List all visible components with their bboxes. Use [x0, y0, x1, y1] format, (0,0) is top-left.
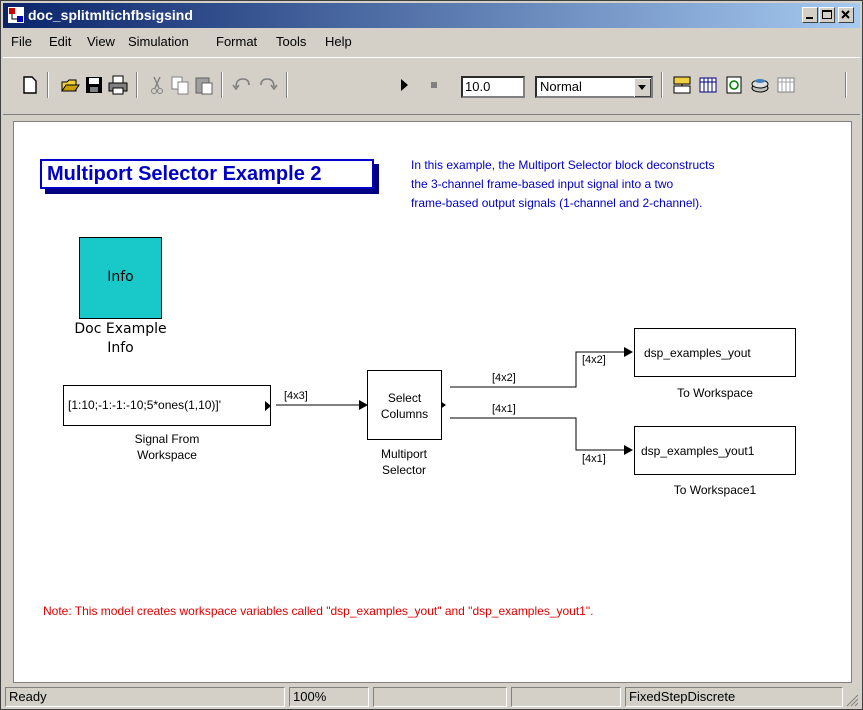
info-block-caption: Doc Example Info [52, 320, 189, 358]
multiport-selector-caption: Multiport Selector [354, 446, 454, 478]
caption-line: Workspace [137, 448, 197, 462]
caption-line: Multiport [380, 447, 427, 461]
info-block-label: Info [107, 269, 134, 285]
save-icon[interactable] [83, 74, 105, 96]
menu-edit[interactable]: Edit [49, 34, 71, 49]
caption-line: Selector [381, 463, 427, 477]
signal-line-out2 [450, 417, 624, 451]
output-port-icon [265, 401, 271, 411]
status-panel-empty [511, 687, 621, 707]
window-title: doc_splitmltichfbsigsind [28, 7, 193, 23]
paste-icon[interactable] [193, 74, 215, 96]
arrowhead-icon [624, 445, 633, 455]
menu-file[interactable]: File [11, 34, 32, 49]
toolbar-separator [136, 72, 138, 98]
simulink-app-icon [8, 7, 24, 23]
simulation-mode-select[interactable]: Normal [535, 76, 653, 98]
menu-help[interactable]: Help [325, 34, 352, 49]
selector-text-line: Select [387, 391, 422, 405]
toolbar-separator [845, 72, 847, 98]
resize-grip-icon[interactable] [845, 693, 859, 707]
signal-from-workspace-caption: Signal From Workspace [102, 431, 232, 463]
status-state: Ready [5, 687, 285, 707]
stop-icon[interactable] [423, 74, 445, 96]
cut-icon[interactable] [146, 74, 168, 96]
signal-from-workspace-value: [1:10;-1:-1:-10;5*ones(1,10)]' [68, 398, 222, 412]
library-browser-icon[interactable] [671, 74, 693, 96]
minimize-icon [806, 17, 813, 19]
update-diagram-icon[interactable] [723, 74, 745, 96]
to-workspace1-variable: dsp_examples_yout1 [641, 444, 755, 458]
menu-bar: File Edit View Simulation Format Tools H… [3, 31, 860, 53]
info-caption-line: Doc Example [74, 321, 167, 337]
simulation-mode-value: Normal [540, 79, 582, 94]
description-line: the 3-channel frame-based input signal i… [411, 177, 674, 191]
selector-text: Select Columns [368, 390, 441, 422]
toolbar-separator [221, 72, 223, 98]
copy-icon[interactable] [169, 74, 191, 96]
signal-label-out1-dst[interactable]: [4x2] [582, 354, 606, 366]
to-workspace-caption: To Workspace [677, 386, 753, 400]
redo-icon[interactable] [257, 74, 279, 96]
model-explorer-icon[interactable] [697, 74, 719, 96]
status-panel-empty [373, 687, 507, 707]
info-caption-line: Info [107, 340, 134, 356]
to-workspace1-block[interactable]: dsp_examples_yout1 [634, 426, 796, 475]
info-block[interactable]: Info [79, 237, 162, 319]
menu-simulation[interactable]: Simulation [128, 34, 189, 49]
description-line: In this example, the Multiport Selector … [411, 158, 715, 172]
application-window: doc_splitmltichfbsigsind File Edit View … [0, 0, 863, 710]
toolbar: 10.0 Normal [3, 57, 860, 115]
description-line: frame-based output signals (1-channel an… [411, 196, 703, 210]
maximize-button[interactable] [819, 7, 835, 23]
to-workspace1-caption: To Workspace1 [673, 483, 757, 497]
minimize-button[interactable] [802, 7, 818, 23]
maximize-icon [822, 10, 832, 19]
to-workspace-block[interactable]: dsp_examples_yout [634, 328, 796, 377]
open-icon[interactable] [59, 74, 81, 96]
menu-view[interactable]: View [87, 34, 115, 49]
note-annotation[interactable]: Note: This model creates workspace varia… [43, 604, 593, 618]
signal-label-out1-src[interactable]: [4x2] [492, 372, 516, 384]
to-workspace-variable: dsp_examples_yout [644, 346, 751, 360]
status-bar: Ready 100% FixedStepDiscrete [3, 685, 860, 709]
title-bar[interactable]: doc_splitmltichfbsigsind [3, 3, 860, 28]
toolbar-separator [286, 72, 288, 98]
signal-from-workspace-block[interactable]: [1:10;-1:-1:-10;5*ones(1,10)]' [63, 385, 271, 426]
signal-label-out2-src[interactable]: [4x1] [492, 403, 516, 415]
toolbar-separator [47, 72, 49, 98]
print-icon[interactable] [107, 74, 129, 96]
diagram-title-text: Multiport Selector Example 2 [47, 163, 322, 185]
start-icon[interactable] [393, 74, 415, 96]
menu-tools[interactable]: Tools [276, 34, 306, 49]
build-icon[interactable] [749, 74, 771, 96]
menu-format[interactable]: Format [216, 34, 257, 49]
multiport-selector-block[interactable]: Select Columns [367, 370, 442, 440]
chevron-down-icon[interactable] [634, 78, 651, 97]
close-icon [841, 10, 850, 19]
status-zoom: 100% [289, 687, 369, 707]
diagram-title[interactable]: Multiport Selector Example 2 [40, 159, 374, 189]
debug-icon[interactable] [775, 74, 797, 96]
close-button[interactable] [838, 7, 854, 23]
signal-label-input[interactable]: [4x3] [284, 390, 308, 402]
arrowhead-icon [624, 347, 633, 357]
selector-text-line: Columns [380, 407, 429, 421]
new-icon[interactable] [19, 74, 41, 96]
undo-icon[interactable] [231, 74, 253, 96]
status-solver: FixedStepDiscrete [625, 687, 843, 707]
caption-line: Signal From [134, 432, 200, 446]
toolbar-separator [661, 72, 663, 98]
description-annotation[interactable]: In this example, the Multiport Selector … [411, 156, 714, 213]
model-canvas[interactable]: Multiport Selector Example 2 In this exa… [13, 121, 852, 683]
signal-label-out2-dst[interactable]: [4x1] [582, 453, 606, 465]
stop-time-field[interactable]: 10.0 [461, 76, 525, 98]
